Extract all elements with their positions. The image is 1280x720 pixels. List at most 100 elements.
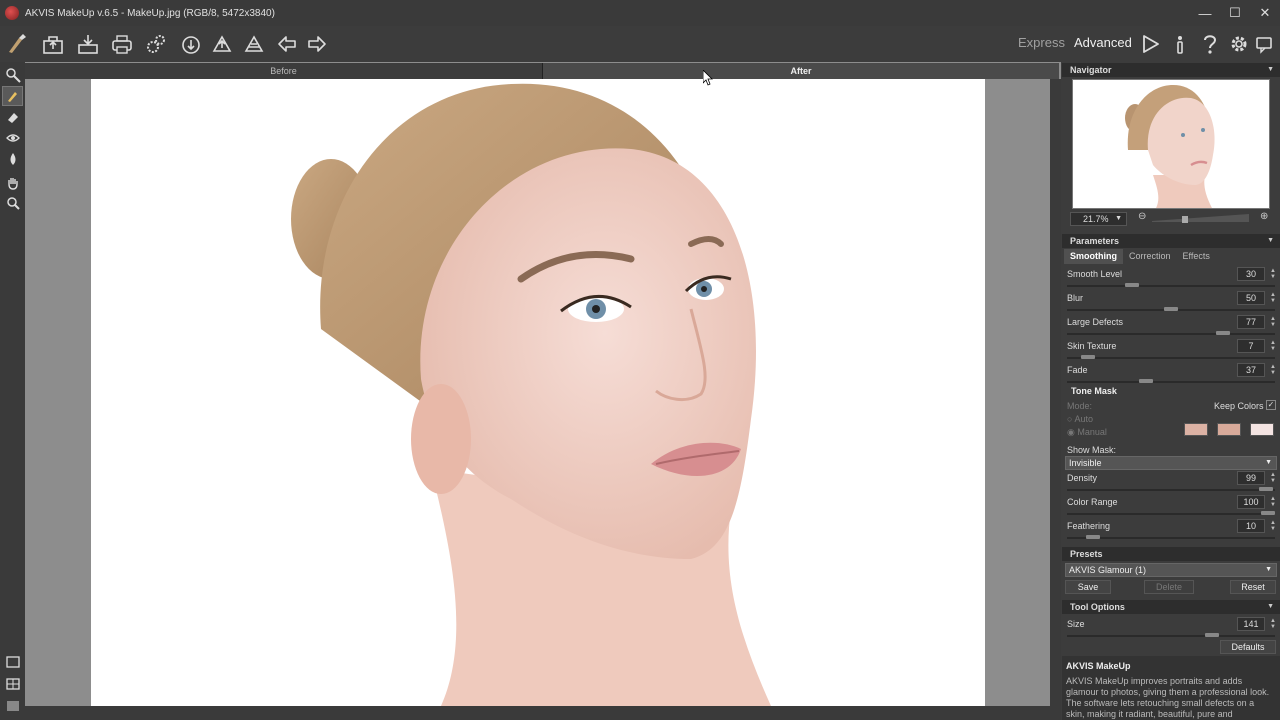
slider-track[interactable] [1067,285,1275,287]
smoothing-slider-row[interactable]: Fade 37 ▲ ▼ [1062,362,1280,386]
zoom-slider[interactable] [1152,213,1249,223]
zoom-icon[interactable] [2,193,23,213]
slider-track[interactable] [1067,489,1275,491]
vertical-scrollbar[interactable] [1050,79,1061,720]
horizontal-scrollbar[interactable] [25,706,1050,720]
brush-icon[interactable] [2,86,23,106]
mask-slider-row[interactable]: Feathering 10 ▲ ▼ [1062,518,1280,542]
navigator-header[interactable]: Navigator ▼ [1062,63,1280,77]
eraser-icon[interactable] [2,107,23,127]
size-value[interactable]: 141 [1237,617,1265,631]
slider-value[interactable]: 99 [1237,471,1265,485]
load-settings-icon[interactable] [178,31,204,57]
help-icon[interactable] [1197,31,1223,57]
before-after-view-icon[interactable] [2,652,23,672]
slider-knob[interactable] [1259,487,1274,491]
zoom-level-field[interactable]: 21.7% ▼ [1070,212,1127,226]
slider-value[interactable]: 30 [1237,267,1265,281]
zoom-in-icon[interactable]: ⊕ [1260,211,1268,222]
smoothing-slider-row[interactable]: Skin Texture 7 ▲ ▼ [1062,338,1280,362]
slider-value[interactable]: 37 [1237,363,1265,377]
smoothing-slider-row[interactable]: Smooth Level 30 ▲ ▼ [1062,266,1280,290]
spinner-icon[interactable]: ▲ ▼ [1270,316,1276,328]
spinner-icon[interactable]: ▲ ▼ [1270,340,1276,352]
collapse-icon[interactable]: ▼ [1267,234,1274,248]
spinner-icon[interactable]: ▲ ▼ [1270,364,1276,376]
slider-knob[interactable] [1261,511,1275,515]
info-icon[interactable] [1167,31,1193,57]
save-preset-button[interactable]: Save [1065,580,1111,594]
zoom-out-icon[interactable]: ⊖ [1138,211,1146,222]
slider-knob[interactable] [1086,535,1101,539]
slider-track[interactable] [1067,381,1275,383]
slider-knob[interactable] [1138,379,1153,383]
slider-track[interactable] [1067,333,1275,335]
portrait-photo[interactable] [91,79,985,706]
split-view-icon[interactable] [2,674,23,694]
collapse-icon[interactable]: ▼ [1267,63,1274,77]
hand-icon[interactable] [2,173,23,193]
auto-radio[interactable]: ○ Auto [1067,414,1093,424]
smoothing-slider-row[interactable]: Large Defects 77 ▲ ▼ [1062,314,1280,338]
eye-icon[interactable] [2,128,23,148]
presets-select[interactable]: AKVIS Glamour (1) ▼ [1065,563,1277,577]
print-icon[interactable] [109,31,135,57]
slider-value[interactable]: 100 [1237,495,1265,509]
slider-knob[interactable] [1204,633,1219,637]
color-swatch-3[interactable] [1250,423,1274,436]
preferences-gear-icon[interactable] [1226,31,1252,57]
minimize-button[interactable]: — [1190,0,1220,26]
redo-arrow-icon[interactable] [304,31,330,57]
spinner-icon[interactable]: ▲ ▼ [1270,618,1276,630]
mask-slider-row[interactable]: Color Range 100 ▲ ▼ [1062,494,1280,518]
manual-radio[interactable]: ◉ Manual [1067,427,1107,438]
spinner-icon[interactable]: ▲ ▼ [1270,472,1276,484]
export-icon[interactable] [241,31,267,57]
undo-arrow-icon[interactable] [274,31,300,57]
keep-colors-checkbox[interactable]: ✓ [1266,400,1276,410]
advanced-mode-button[interactable]: Advanced [1074,35,1132,50]
size-slider-row[interactable]: Size 141 ▲ ▼ [1062,616,1280,640]
zoom-dropdown-icon[interactable]: ▼ [1115,213,1122,225]
slider-track[interactable] [1067,357,1275,359]
tab-smoothing[interactable]: Smoothing [1064,249,1123,264]
tab-after[interactable]: After [543,63,1059,79]
mask-slider-row[interactable]: Density 99 ▲ ▼ [1062,470,1280,494]
slider-value[interactable]: 77 [1237,315,1265,329]
drop-icon[interactable] [2,149,23,169]
makeup-tool-icon[interactable] [2,65,23,85]
color-swatch-1[interactable] [1184,423,1208,436]
spinner-icon[interactable]: ▲ ▼ [1270,268,1276,280]
save-settings-icon[interactable] [209,31,235,57]
navigator-thumbnail[interactable] [1072,79,1270,209]
tab-effects[interactable]: Effects [1177,249,1216,264]
spinner-icon[interactable]: ▲ ▼ [1270,520,1276,532]
slider-knob[interactable] [1080,355,1095,359]
slider-value[interactable]: 10 [1237,519,1265,533]
tab-correction[interactable]: Correction [1123,249,1177,264]
defaults-button[interactable]: Defaults [1220,640,1276,654]
slider-track[interactable] [1067,513,1275,515]
smoothing-slider-row[interactable]: Blur 50 ▲ ▼ [1062,290,1280,314]
notifications-icon[interactable] [1251,31,1277,57]
slider-value[interactable]: 7 [1237,339,1265,353]
color-swatch-2[interactable] [1217,423,1241,436]
delete-preset-button[interactable]: Delete [1144,580,1194,594]
slider-knob[interactable] [1164,307,1178,311]
run-icon[interactable] [1137,31,1163,57]
slider-value[interactable]: 50 [1237,291,1265,305]
show-mask-select[interactable]: Invisible ▼ [1065,456,1277,470]
reset-preset-button[interactable]: Reset [1230,580,1276,594]
spinner-icon[interactable]: ▲ ▼ [1270,496,1276,508]
open-image-icon[interactable] [40,31,66,57]
close-button[interactable]: ✕ [1250,0,1280,26]
save-image-icon[interactable] [75,31,101,57]
slider-knob[interactable] [1216,331,1231,335]
slider-track[interactable] [1067,635,1275,637]
presets-header[interactable]: Presets [1062,547,1280,561]
tool-options-header[interactable]: Tool Options ▼ [1062,600,1280,614]
parameters-header[interactable]: Parameters ▼ [1062,234,1280,248]
slider-knob[interactable] [1125,283,1140,287]
tab-before[interactable]: Before [25,63,543,79]
spinner-icon[interactable]: ▲ ▼ [1270,292,1276,304]
